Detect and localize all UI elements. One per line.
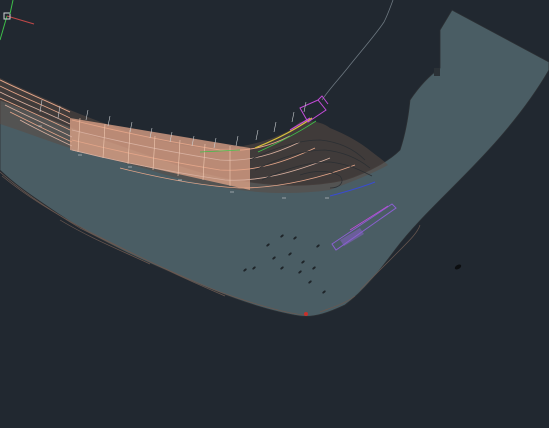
bank-notch bbox=[434, 68, 440, 76]
ucs-axis-icon bbox=[0, 0, 35, 41]
isolated-feature bbox=[454, 264, 462, 270]
survey-line bbox=[321, 0, 394, 101]
drawing-canvas[interactable] bbox=[0, 0, 549, 428]
survey-marker bbox=[304, 312, 308, 316]
cad-drawing bbox=[0, 0, 549, 317]
